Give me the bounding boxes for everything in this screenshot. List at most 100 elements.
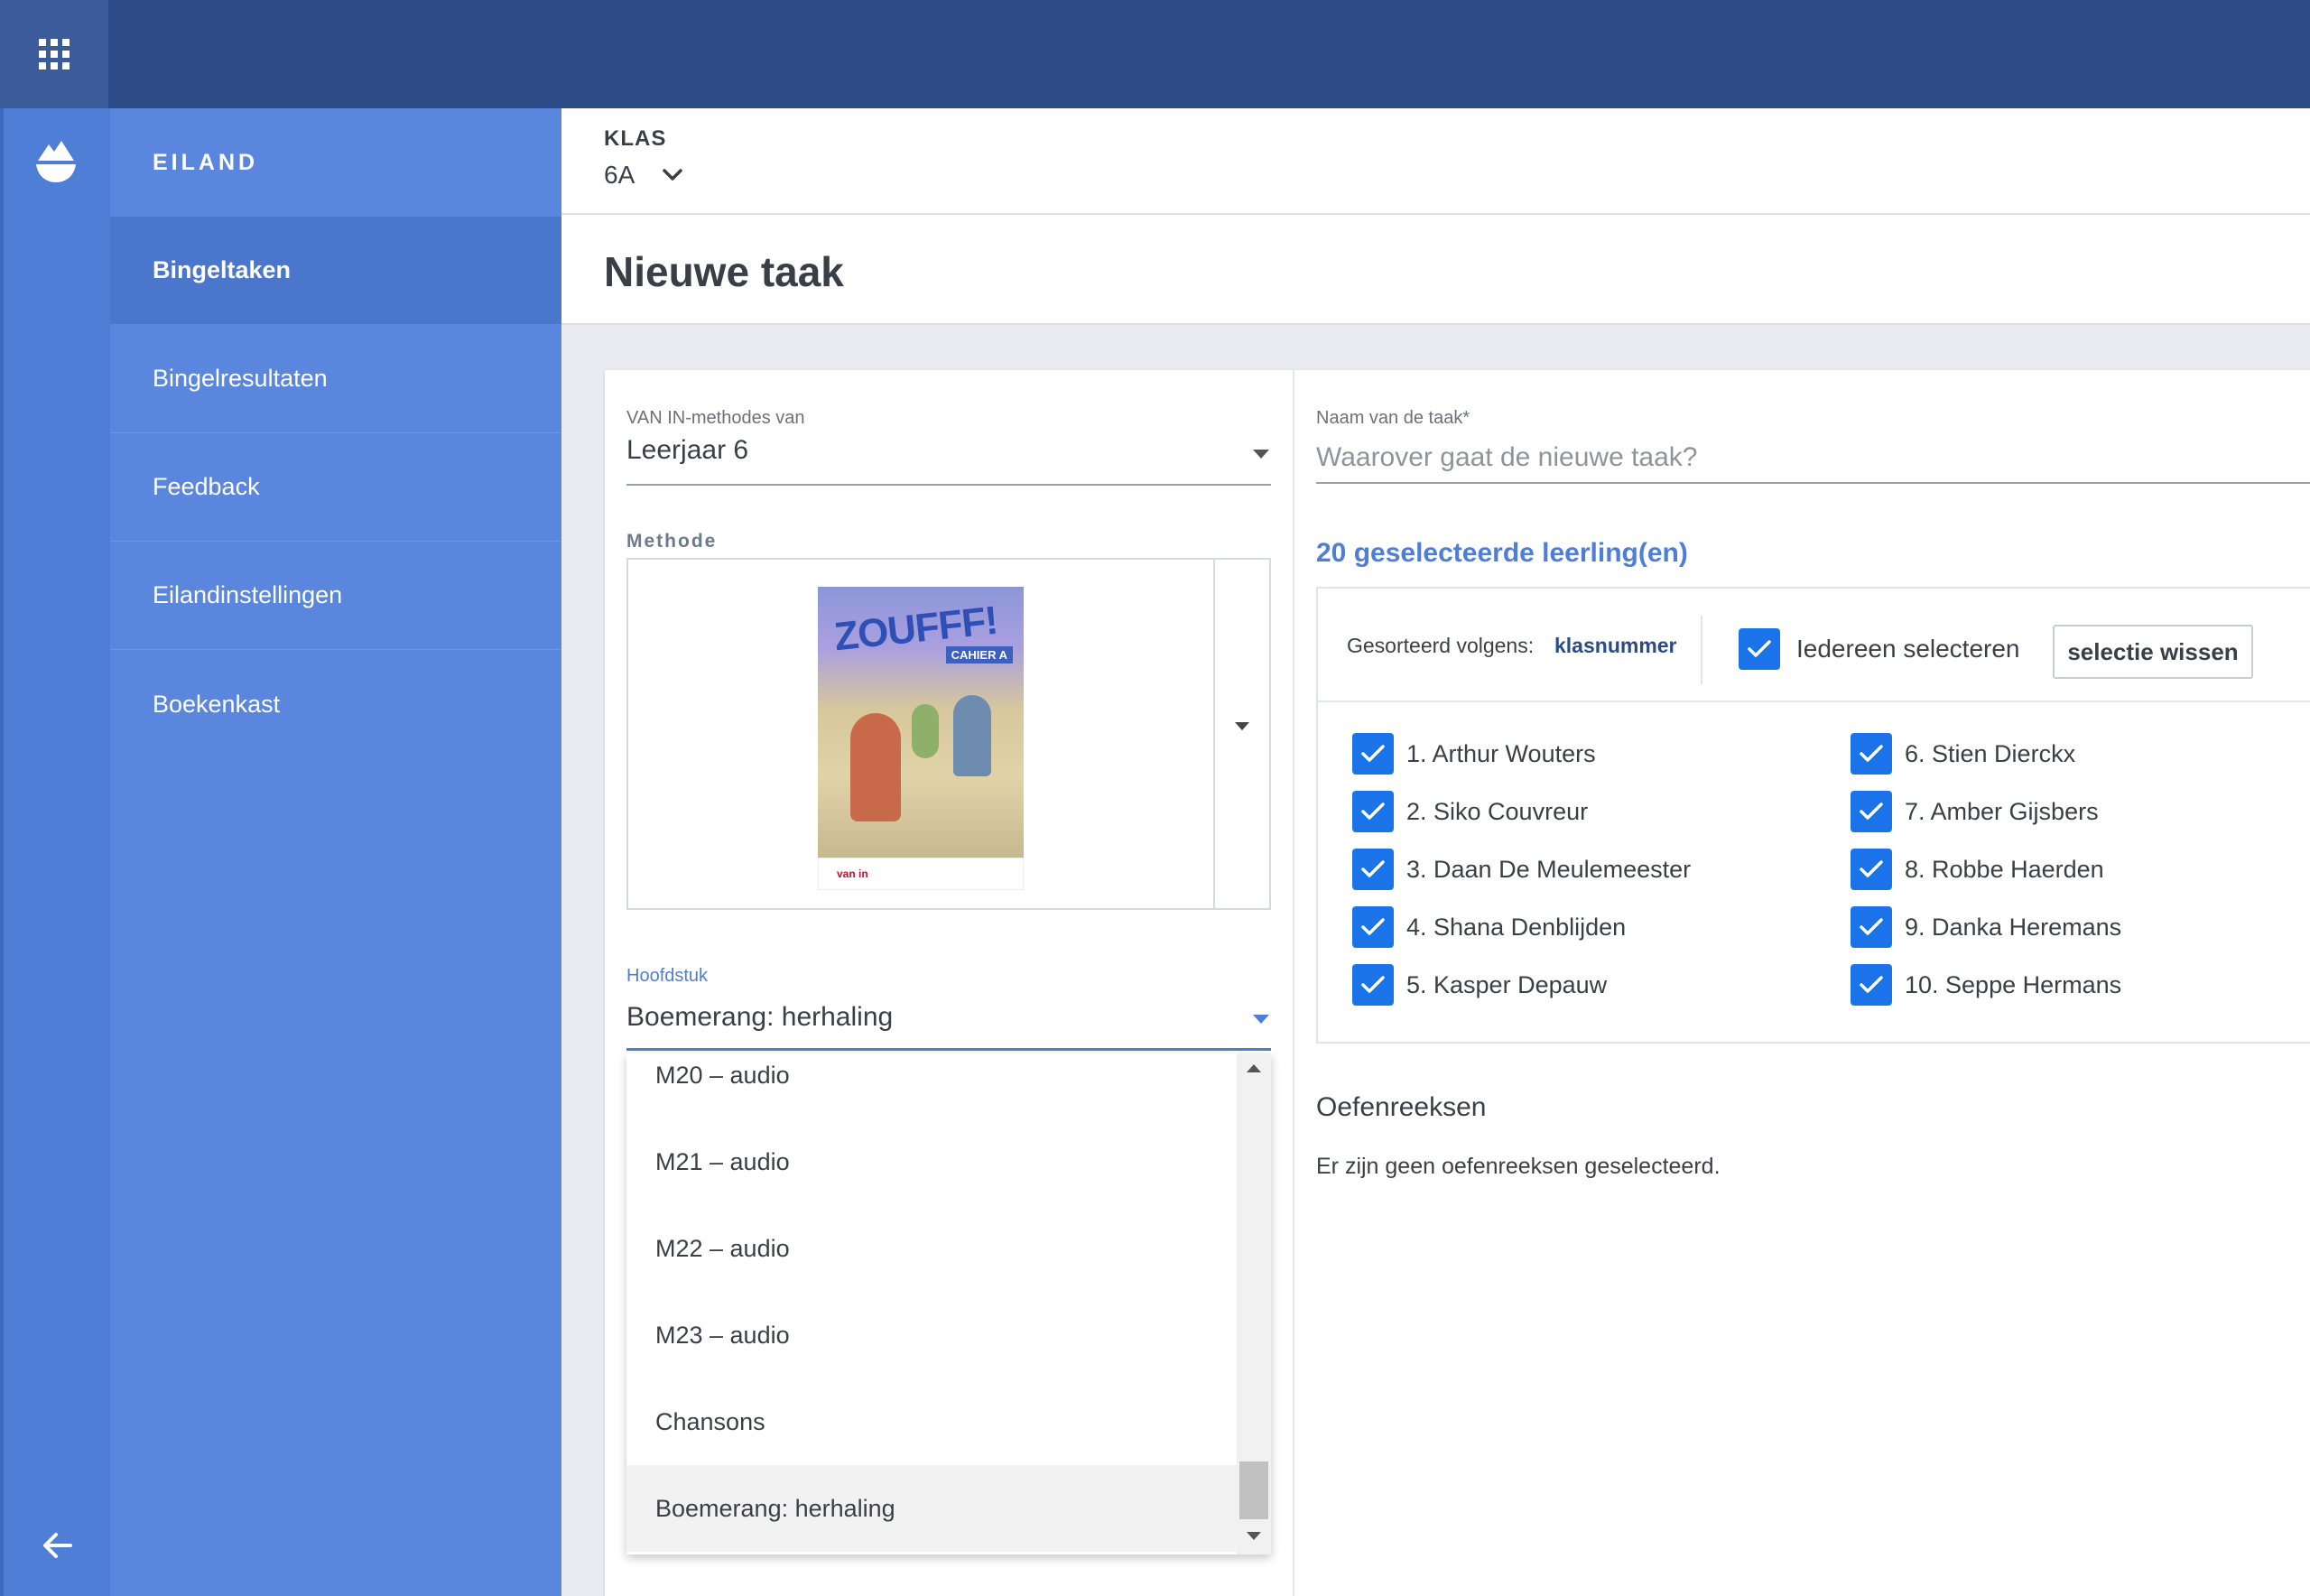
- checkbox-checked[interactable]: [1352, 906, 1394, 948]
- student-name: 1. Arthur Wouters: [1406, 739, 1596, 767]
- student-name: 9. Danka Heremans: [1905, 913, 2122, 941]
- check-icon: [1361, 918, 1385, 935]
- hoofdstuk-value: Boemerang: herhaling: [626, 1002, 894, 1032]
- student-item[interactable]: 2. Siko Couvreur: [1352, 791, 1588, 832]
- top-bar: [0, 0, 2310, 108]
- check-icon: [1860, 918, 1883, 935]
- klas-bar: KLAS 6A: [561, 108, 2310, 215]
- dropdown-option[interactable]: M22 – audio: [626, 1205, 1237, 1292]
- checkbox-checked[interactable]: [1851, 791, 1892, 832]
- student-item[interactable]: 1. Arthur Wouters: [1352, 733, 1596, 775]
- cover-figure: [912, 704, 939, 758]
- klas-value: 6A: [604, 161, 635, 189]
- sidebar-item-boekenkast[interactable]: Boekenkast: [110, 650, 561, 758]
- methodes-select[interactable]: Leerjaar 6: [626, 435, 1271, 486]
- student-item[interactable]: 9. Danka Heremans: [1851, 906, 2121, 948]
- checkbox-checked[interactable]: [1352, 791, 1394, 832]
- title-bar: Nieuwe taak: [561, 215, 2310, 325]
- checkbox-checked[interactable]: [1851, 849, 1892, 890]
- student-name: 5. Kasper Depauw: [1406, 970, 1608, 998]
- checkbox-checked[interactable]: [1739, 628, 1780, 670]
- dropdown-scrollbar[interactable]: [1237, 1053, 1271, 1554]
- task-details: Naam van de taak* 20 geselecteerde leerl…: [1294, 370, 2310, 1596]
- student-item[interactable]: 4. Shana Denblijden: [1352, 906, 1626, 948]
- student-name: 10. Seppe Hermans: [1905, 970, 2122, 998]
- select-all-label: Iedereen selecteren: [1796, 635, 2020, 663]
- scroll-up-icon[interactable]: [1247, 1064, 1261, 1072]
- cover-figure: [850, 713, 901, 821]
- dropdown-option-selected[interactable]: Boemerang: herhaling: [626, 1465, 1237, 1552]
- methode-label: Methode: [626, 531, 718, 552]
- check-icon: [1860, 803, 1883, 820]
- check-icon: [1361, 745, 1385, 762]
- check-icon: [1860, 860, 1883, 877]
- dropdown-option[interactable]: Chansons: [626, 1378, 1237, 1465]
- chevron-down-icon: [663, 169, 682, 181]
- caret-down-icon: [1235, 722, 1249, 730]
- scrollbar-thumb[interactable]: [1239, 1461, 1268, 1519]
- student-name: 8. Robbe Haerden: [1905, 855, 2104, 883]
- select-all-checkbox[interactable]: Iedereen selecteren: [1739, 628, 2020, 670]
- divider: [1213, 560, 1215, 908]
- student-item[interactable]: 5. Kasper Depauw: [1352, 964, 1607, 1006]
- checkbox-checked[interactable]: [1851, 964, 1892, 1006]
- checkbox-checked[interactable]: [1851, 906, 1892, 948]
- checkbox-checked[interactable]: [1352, 849, 1394, 890]
- cover-footer: van in: [818, 858, 1024, 890]
- student-item[interactable]: 7. Amber Gijsbers: [1851, 791, 2099, 832]
- clear-selection-button[interactable]: selectie wissen: [2053, 625, 2253, 679]
- klas-select[interactable]: 6A: [604, 161, 683, 190]
- checkbox-checked[interactable]: [1851, 733, 1892, 775]
- dropdown-option[interactable]: M21 – audio: [626, 1118, 1237, 1205]
- check-icon: [1361, 860, 1385, 877]
- methode-select[interactable]: ZOUFFF! CAHIER A van in: [626, 558, 1271, 910]
- main-content: KLAS 6A Nieuwe taak VAN IN-methodes van …: [561, 108, 2310, 1596]
- dropdown-option[interactable]: M20 – audio: [626, 1053, 1237, 1118]
- sort-value[interactable]: klasnummer: [1554, 634, 1677, 658]
- grid-icon: [39, 39, 70, 70]
- sort-label: Gesorteerd volgens:: [1347, 634, 1535, 657]
- check-icon: [1860, 976, 1883, 993]
- arrow-left-icon[interactable]: [38, 1526, 78, 1565]
- publisher-logo: van in: [837, 868, 868, 880]
- task-card: VAN IN-methodes van Leerjaar 6 Methode Z…: [605, 370, 2310, 1596]
- sidebar-item-eilandinstellingen[interactable]: Eilandinstellingen: [110, 542, 561, 650]
- hoofdstuk-select[interactable]: Boemerang: herhaling: [626, 1002, 1271, 1051]
- check-icon: [1748, 640, 1771, 657]
- book-cover: ZOUFFF! CAHIER A: [818, 587, 1024, 858]
- student-item[interactable]: 8. Robbe Haerden: [1851, 849, 2104, 890]
- student-name: 6. Stien Dierckx: [1905, 739, 2076, 767]
- island-icon[interactable]: [34, 137, 78, 184]
- sort-row: Gesorteerd volgens: klasnummer Iedereen …: [1318, 589, 2310, 702]
- checkbox-checked[interactable]: [1352, 733, 1394, 775]
- oefenreeksen-empty: Er zijn geen oefenreeksen geselecteerd.: [1316, 1154, 1721, 1179]
- sidebar-item-bingelresultaten[interactable]: Bingelresultaten: [110, 325, 561, 433]
- student-item[interactable]: 6. Stien Dierckx: [1851, 733, 2075, 775]
- naam-input[interactable]: [1316, 433, 2310, 484]
- divider: [1701, 616, 1702, 684]
- methodes-label: VAN IN-methodes van: [626, 408, 805, 428]
- cover-figure: [953, 695, 991, 776]
- cover-badge: CAHIER A: [945, 646, 1013, 663]
- sidebar-title: EILAND: [153, 149, 259, 175]
- dropdown-option[interactable]: M23 – audio: [626, 1292, 1237, 1378]
- hoofdstuk-label: Hoofdstuk: [626, 966, 709, 986]
- page-title: Nieuwe taak: [604, 248, 844, 295]
- sidebar-item-feedback[interactable]: Feedback: [110, 433, 561, 542]
- checkbox-checked[interactable]: [1352, 964, 1394, 1006]
- left-rail: [0, 108, 110, 1596]
- scroll-down-icon[interactable]: [1247, 1532, 1261, 1540]
- naam-label: Naam van de taak*: [1316, 408, 1470, 428]
- student-name: 2. Siko Couvreur: [1406, 797, 1589, 825]
- caret-down-icon: [1253, 450, 1269, 459]
- student-item[interactable]: 10. Seppe Hermans: [1851, 964, 2121, 1006]
- check-icon: [1361, 976, 1385, 993]
- apps-button[interactable]: [0, 0, 108, 108]
- student-name: 7. Amber Gijsbers: [1905, 797, 2099, 825]
- student-item[interactable]: 3. Daan De Meulemeester: [1352, 849, 1691, 890]
- check-icon: [1361, 803, 1385, 820]
- student-name: 3. Daan De Meulemeester: [1406, 855, 1692, 883]
- selected-count: 20 geselecteerde leerling(en): [1316, 538, 1688, 568]
- methodes-value: Leerjaar 6: [626, 435, 749, 465]
- sidebar-item-bingeltaken[interactable]: Bingeltaken: [110, 217, 561, 325]
